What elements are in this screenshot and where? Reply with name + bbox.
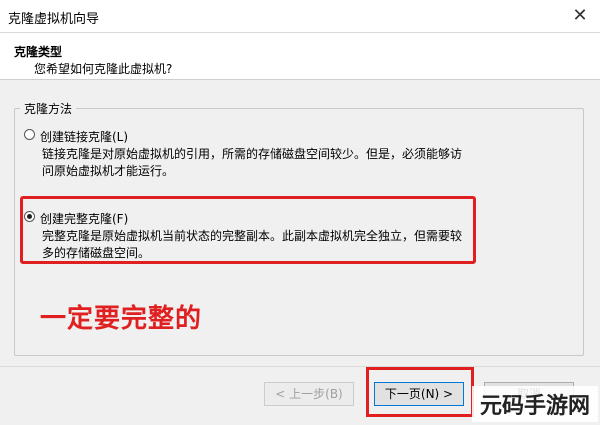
linked-clone-description: 链接克隆是对原始虚拟机的引用，所需的存储磁盘空间较少。但是，必须能够访问原始虚拟… bbox=[42, 147, 463, 178]
page-title: 克隆类型 bbox=[14, 45, 63, 59]
full-clone-highlight bbox=[20, 196, 476, 264]
window-title: 克隆虚拟机向导 bbox=[8, 12, 100, 27]
back-button[interactable]: < 上一步(B) bbox=[264, 382, 354, 406]
wizard-header: 克隆类型 您希望如何克隆此虚拟机? bbox=[0, 33, 600, 80]
close-icon[interactable]: ✕ bbox=[568, 4, 592, 28]
page-subtitle: 您希望如何克隆此虚拟机? bbox=[34, 62, 173, 76]
group-legend: 克隆方法 bbox=[20, 100, 77, 117]
linked-clone-label[interactable]: 创建链接克隆(L) bbox=[40, 128, 128, 145]
watermark-logo: 元码手游网 bbox=[471, 386, 598, 422]
annotation-text: 一定要完整的 bbox=[40, 304, 203, 334]
title-bar: 克隆虚拟机向导 ✕ bbox=[0, 0, 600, 33]
next-button-highlight bbox=[366, 367, 474, 417]
linked-clone-radio[interactable] bbox=[24, 129, 35, 140]
